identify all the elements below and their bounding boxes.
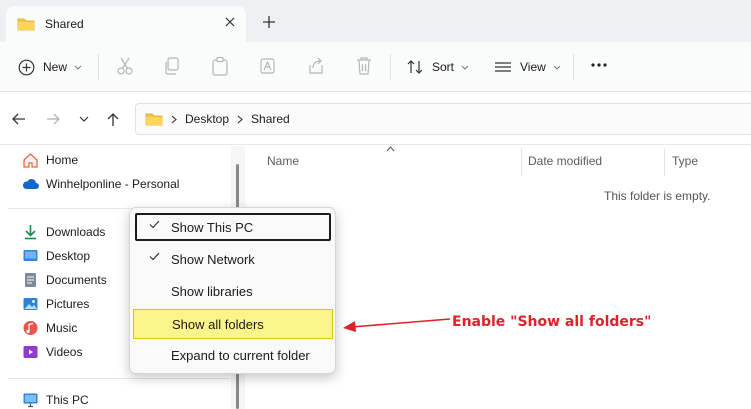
close-tab-icon[interactable] [224,16,236,28]
breadcrumb-shared[interactable]: Shared [251,112,290,126]
menu-item-label: Expand to current folder [171,348,310,363]
nav-item-onedrive[interactable]: Winhelponline - Personal [22,175,179,193]
divider [8,378,230,379]
nav-label: Desktop [46,249,91,263]
chevron-down-icon [553,65,561,70]
downloads-icon [22,224,39,240]
checkmark-icon [149,252,160,261]
divider [390,54,391,80]
view-label: View [520,60,546,74]
menu-item-show-libraries[interactable]: Show libraries [135,277,331,305]
view-button[interactable]: View [494,56,561,78]
title-bar: Shared [0,0,751,42]
nav-item-music[interactable]: Music [22,319,77,337]
sort-arrows-icon [406,58,424,76]
onedrive-cloud-icon [22,177,39,191]
share-icon[interactable] [307,56,325,76]
chevron-down-icon [461,65,469,70]
new-label: New [43,60,68,74]
menu-item-label: Show Network [171,252,255,267]
pictures-icon [22,296,39,312]
tab-title: Shared [45,17,84,31]
sort-caret-icon [386,146,395,152]
nav-label: This PC [46,393,89,407]
column-header-type[interactable]: Type [672,154,698,168]
nav-item-this-pc[interactable]: This PC [22,391,89,409]
menu-item-show-network[interactable]: Show Network [135,245,331,273]
menu-item-show-this-pc[interactable]: Show This PC [135,213,331,241]
chevron-right-icon[interactable] [237,115,243,124]
more-options-icon[interactable] [590,62,608,68]
column-header-name[interactable]: Name [267,154,299,168]
nav-item-downloads[interactable]: Downloads [22,223,105,241]
menu-item-show-all-folders[interactable]: Show all folders [133,309,333,339]
column-header-date-modified[interactable]: Date modified [528,154,602,168]
annotation-text: Enable "Show all folders" [452,314,652,330]
checkmark-icon [149,220,160,229]
new-tab-icon[interactable] [262,15,276,29]
breadcrumb-desktop[interactable]: Desktop [185,112,229,126]
empty-folder-message: This folder is empty. [604,189,711,203]
nav-item-documents[interactable]: Documents [22,271,107,289]
divider [98,54,99,80]
delete-icon[interactable] [355,56,373,76]
nav-label: Documents [46,273,107,287]
annotation-arrow [343,318,451,332]
nav-label: Videos [46,345,83,359]
nav-pane-context-menu: Show This PC Show Network Show libraries… [129,207,336,374]
column-divider[interactable] [664,148,665,176]
rename-icon[interactable] [259,56,277,76]
tab-shared[interactable]: Shared [6,6,246,42]
menu-item-label: Show all folders [172,317,264,332]
folder-icon [17,17,35,31]
nav-item-desktop[interactable]: Desktop [22,247,90,265]
this-pc-icon [22,392,39,408]
nav-label: Winhelponline - Personal [46,177,180,191]
chevron-down-icon [74,65,82,70]
new-button[interactable]: New [18,56,82,78]
nav-item-home[interactable]: Home [22,151,78,169]
view-lines-icon [494,58,512,76]
nav-label: Home [46,153,79,167]
up-arrow-icon[interactable] [106,112,120,127]
paste-icon[interactable] [211,56,229,76]
menu-item-label: Show This PC [171,220,254,235]
forward-arrow-icon[interactable] [46,112,61,126]
desktop-icon [22,248,39,264]
sort-button[interactable]: Sort [406,56,469,78]
column-divider[interactable] [521,148,522,176]
plus-circle-icon [18,59,35,76]
nav-item-pictures[interactable]: Pictures [22,295,89,313]
documents-icon [22,272,39,288]
videos-icon [22,344,39,360]
divider [573,54,574,80]
command-bar: New Sort View [0,42,751,92]
home-icon [22,152,39,168]
recent-locations-chevron-icon[interactable] [79,116,89,122]
address-row: Desktop Shared [0,93,751,145]
folder-icon [145,112,163,126]
menu-item-label: Show libraries [171,284,253,299]
cut-icon[interactable] [116,56,134,76]
address-bar[interactable]: Desktop Shared [135,103,751,135]
sort-label: Sort [432,60,455,74]
music-icon [22,320,39,336]
nav-label: Music [46,321,78,335]
nav-item-videos[interactable]: Videos [22,343,82,361]
nav-label: Downloads [46,225,106,239]
copy-icon[interactable] [163,56,181,76]
back-arrow-icon[interactable] [11,112,26,126]
menu-item-expand-to-current-folder[interactable]: Expand to current folder [135,341,331,369]
chevron-right-icon[interactable] [171,115,177,124]
nav-label: Pictures [46,297,90,311]
